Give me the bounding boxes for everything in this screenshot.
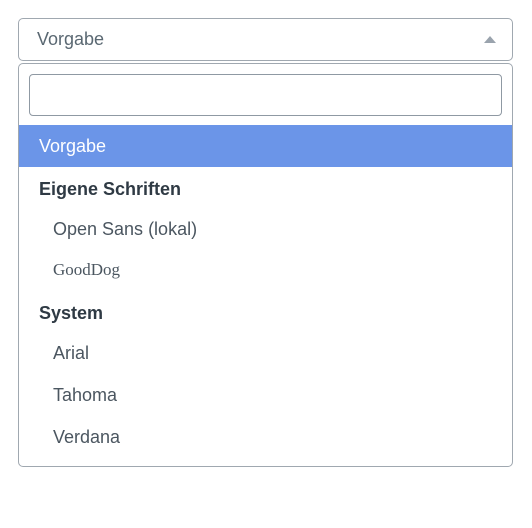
group-label-system: System xyxy=(19,291,512,332)
font-select-current: Vorgabe xyxy=(37,29,104,50)
chevron-up-icon xyxy=(484,36,496,43)
option-open-sans[interactable]: Open Sans (lokal) xyxy=(19,208,512,250)
option-default[interactable]: Vorgabe xyxy=(19,125,512,167)
option-verdana[interactable]: Verdana xyxy=(19,416,512,458)
font-select[interactable]: Vorgabe xyxy=(18,18,513,61)
group-label-eigene-schriften: Eigene Schriften xyxy=(19,167,512,208)
option-arial[interactable]: Arial xyxy=(19,332,512,374)
font-select-dropdown: Vorgabe Eigene Schriften Open Sans (loka… xyxy=(18,63,513,467)
font-select-header[interactable]: Vorgabe xyxy=(19,19,512,60)
search-input[interactable] xyxy=(29,74,502,116)
search-input-wrap xyxy=(19,64,512,125)
option-gooddog[interactable]: GoodDog xyxy=(19,250,512,291)
option-tahoma[interactable]: Tahoma xyxy=(19,374,512,416)
